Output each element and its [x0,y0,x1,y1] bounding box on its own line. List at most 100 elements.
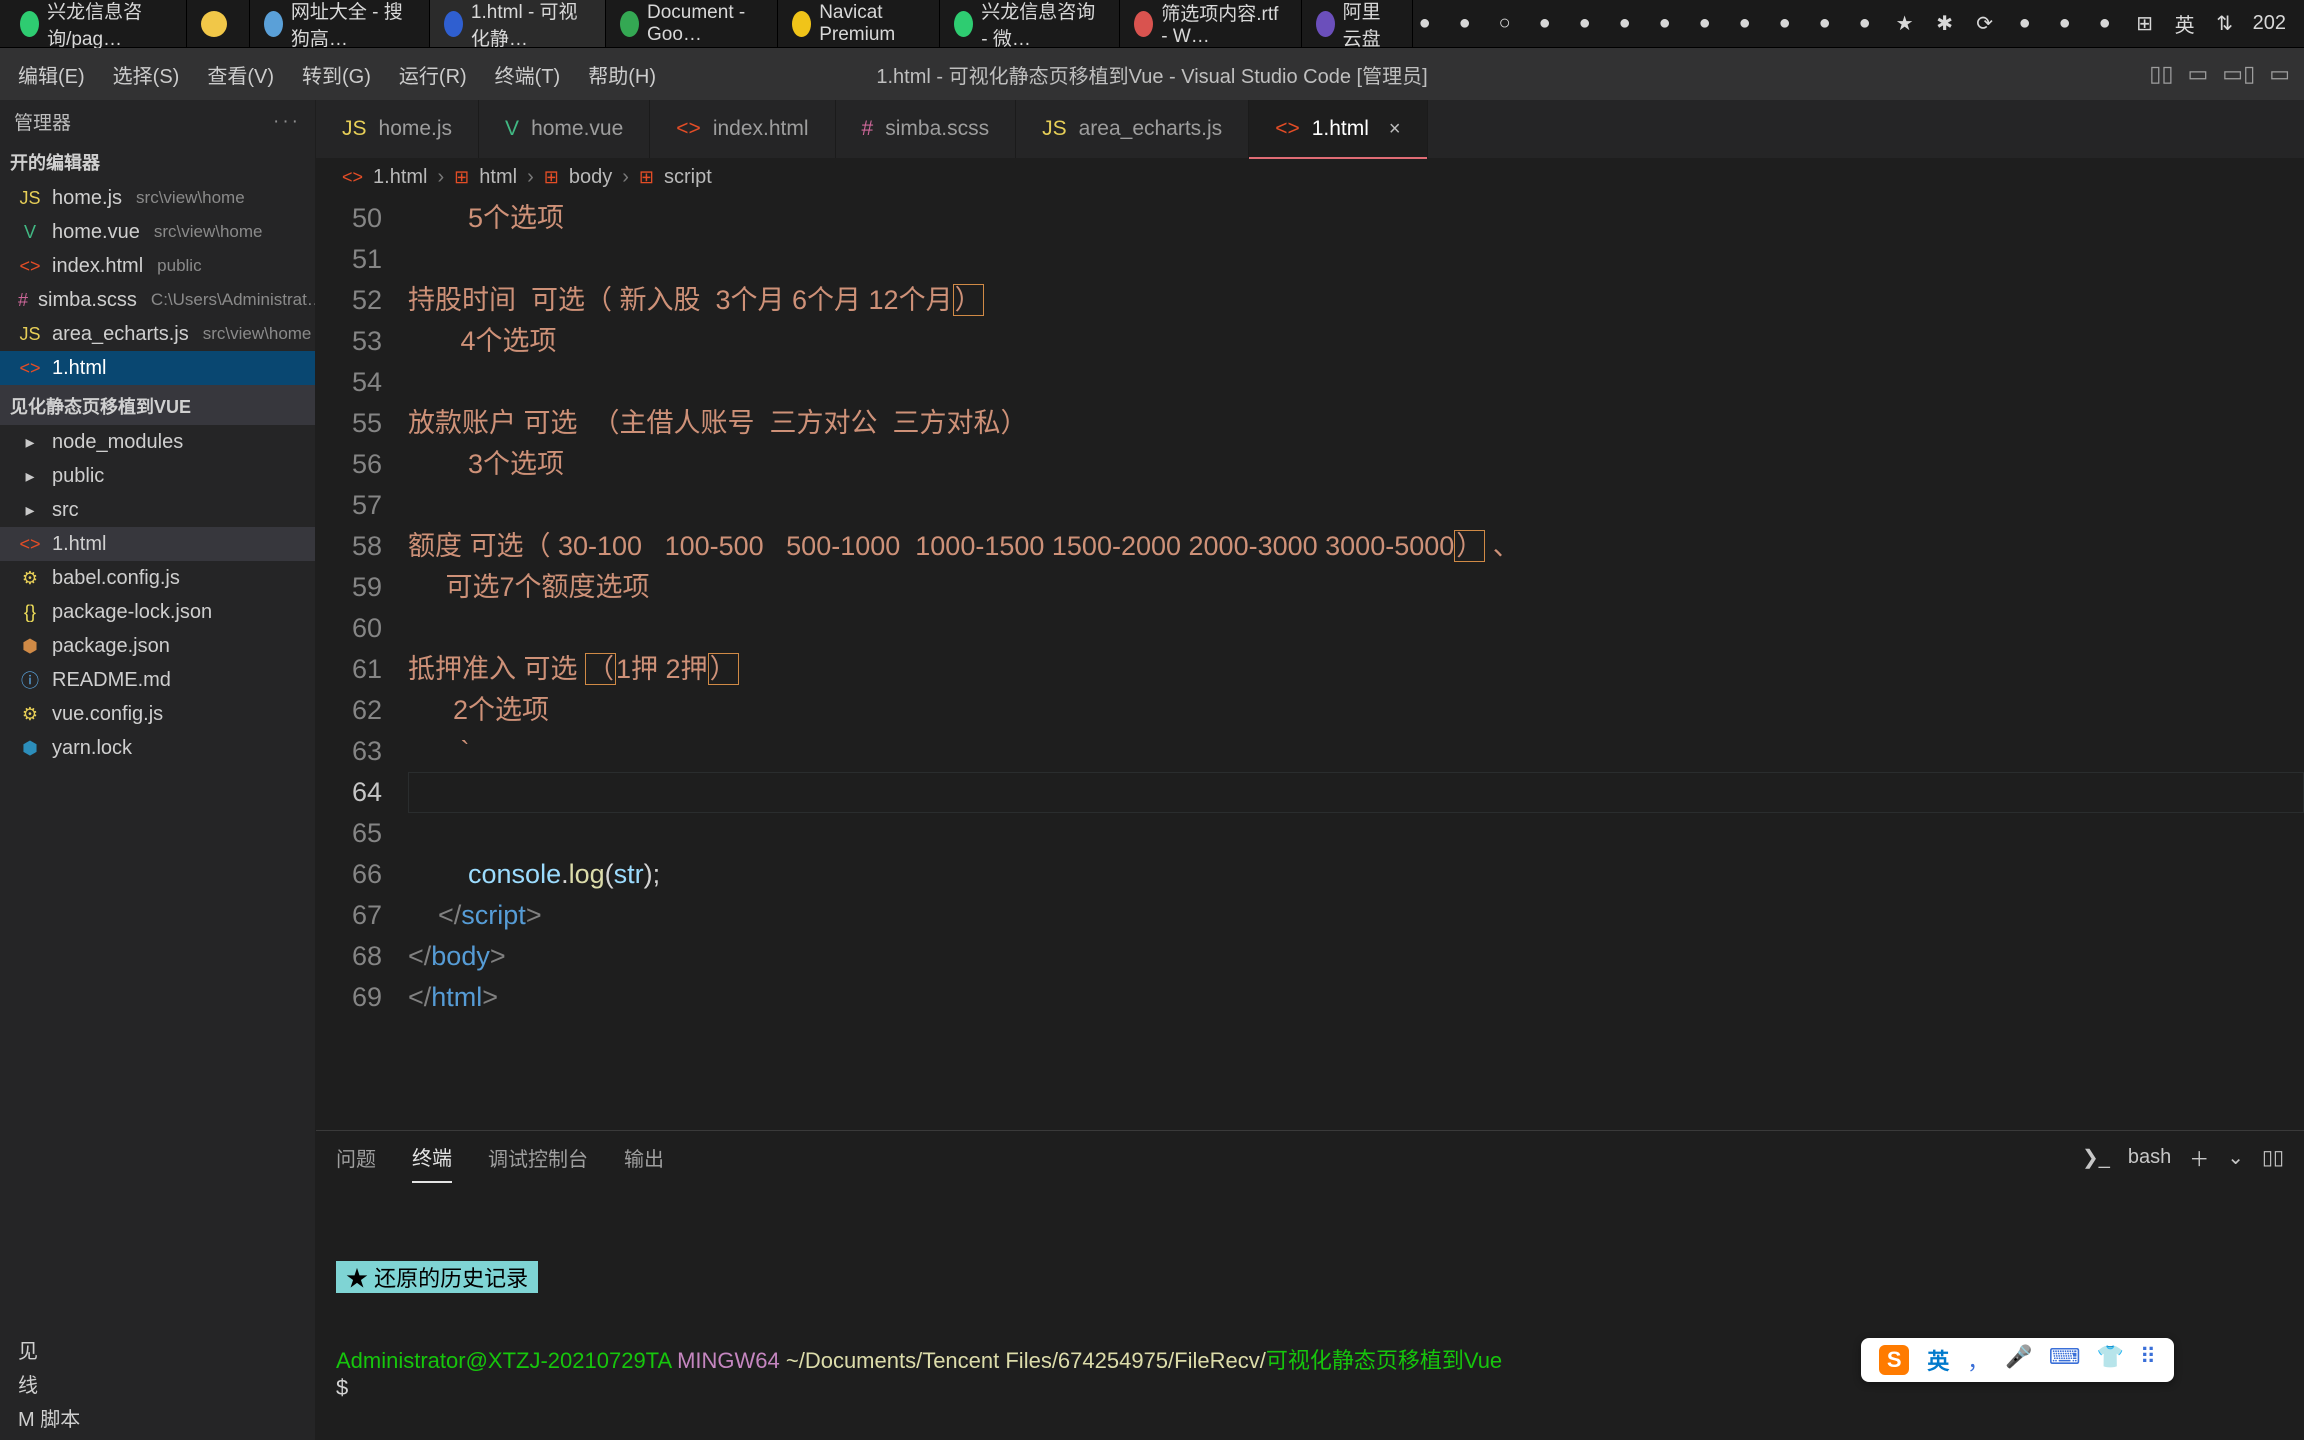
breadcrumb-item[interactable]: 1.html [373,166,427,189]
taskbar-app[interactable]: 兴龙信息咨询 - 微… [940,0,1120,47]
taskbar-app[interactable] [187,0,250,47]
sidebar-section[interactable]: M 脚本 [0,1400,315,1434]
taskbar-app[interactable]: 阿里云盘 [1302,0,1413,47]
panel-tab[interactable]: 输出 [624,1133,664,1182]
code-line[interactable]: 4个选项 [408,321,2304,362]
menu-item[interactable]: 查看(V) [207,60,274,89]
tray-icon[interactable]: ○ [1493,12,1517,36]
tray-icon[interactable]: ★ [1893,12,1917,36]
tray-icon[interactable]: ● [1733,12,1757,36]
layout-controls[interactable]: ▯▯ ▭ ▭▯ ▭ [2149,61,2304,87]
code-line[interactable] [408,813,2304,854]
code-line[interactable]: 放款账户 可选 （主借人账号 三方对公 三方对私） [408,403,2304,444]
tray-icon[interactable]: ⊞ [2133,12,2157,36]
ime-icon[interactable]: ⠿ [2140,1344,2156,1376]
menu-item[interactable]: 终端(T) [495,60,561,89]
ime-icon[interactable]: 🎤 [2005,1344,2032,1376]
ime-icon[interactable]: 👕 [2096,1344,2123,1376]
file-tree-item[interactable]: ▸node_modules [0,425,315,459]
tray-icon[interactable]: ⟳ [1973,12,1997,36]
tray-icon[interactable]: ● [1613,12,1637,36]
tray-icon[interactable]: ● [2053,12,2077,36]
file-tree-item[interactable]: ⬢package.json [0,629,315,663]
add-terminal-icon[interactable]: ＋ [2189,1143,2209,1172]
code-line[interactable]: 3个选项 [408,444,2304,485]
tray-icon[interactable]: ● [1813,12,1837,36]
open-editor-item[interactable]: Vhome.vuesrc\view\home [0,215,315,249]
tray-icon[interactable]: ✱ [1933,12,1957,36]
split-icon[interactable]: ▯▯ [2262,1145,2284,1170]
panel-tab[interactable]: 问题 [336,1133,376,1182]
tray-icon[interactable]: ● [1773,12,1797,36]
menu-item[interactable]: 选择(S) [113,60,180,89]
menu-item[interactable]: 帮助(H) [588,60,656,89]
tray-icon[interactable]: ● [1653,12,1677,36]
ime-icon[interactable]: ， [1967,1344,1989,1376]
panel-tab[interactable]: 终端 [412,1132,452,1183]
file-tree-item[interactable]: ⬢yarn.lock [0,731,315,765]
code-line[interactable]: 2个选项 [408,690,2304,731]
code-line[interactable] [408,362,2304,403]
menu-item[interactable]: 运行(R) [399,60,467,89]
taskbar-app[interactable]: 网址大全 - 搜狗高… [250,0,430,47]
open-editor-item[interactable]: JSarea_echarts.jssrc\view\home [0,317,315,351]
open-editor-item[interactable]: #simba.scssC:\Users\Administrat… [0,283,315,317]
tray-icon[interactable]: ● [1413,12,1437,36]
tray-icon[interactable]: 英 [2173,12,2197,36]
ime-lang[interactable]: 英 [1927,1344,1949,1376]
tray-icon[interactable]: ● [1693,12,1717,36]
code-line[interactable]: 抵押准入 可选 （1押 2押） [408,649,2304,690]
menu-item[interactable]: 转到(G) [302,60,371,89]
editor-tab[interactable]: <>1.html× [1249,100,1427,158]
code-line[interactable]: </script> [408,895,2304,936]
taskbar-app[interactable]: Navicat Premium [778,0,940,47]
taskbar-app[interactable]: Document - Goo… [606,0,778,47]
terminal[interactable]: ★ 还原的历史记录 Administrator@XTZJ-20210729TA … [316,1183,2304,1440]
file-tree-item[interactable]: ▸src [0,493,315,527]
more-icon[interactable]: ··· [273,111,301,133]
code-line[interactable]: 额度 可选（ 30-100 100-500 500-1000 1000-1500… [408,526,2304,567]
taskbar-app[interactable]: 筛选项内容.rtf - W… [1120,0,1302,47]
layout-icon[interactable]: ▯▯ [2149,61,2173,87]
sidebar-section[interactable]: 线 [0,1366,315,1400]
file-tree-item[interactable]: ⚙vue.config.js [0,697,315,731]
breadcrumb-item[interactable]: script [664,166,712,189]
code-line[interactable]: 5个选项 [408,198,2304,239]
editor-tab[interactable]: #simba.scss [836,100,1017,158]
tray-icon[interactable]: ● [2013,12,2037,36]
open-editor-item[interactable]: <>1.html [0,351,315,385]
tray-icon[interactable]: ● [1853,12,1877,36]
sidebar-section[interactable]: 见 [0,1332,315,1366]
code-line[interactable]: </body> [408,936,2304,977]
close-icon[interactable]: × [1389,118,1401,141]
code-line[interactable]: 可选7个额度选项 [408,567,2304,608]
open-editor-item[interactable]: <>index.htmlpublic [0,249,315,283]
code-line[interactable]: ` [408,731,2304,772]
chevron-down-icon[interactable]: ⌄ [2227,1145,2244,1170]
code-line[interactable]: 持股时间 可选（ 新入股 3个月 6个月 12个月） [408,280,2304,321]
tray-icon[interactable]: ● [1533,12,1557,36]
code-line[interactable] [408,485,2304,526]
code-line[interactable]: console.log(str); [408,854,2304,895]
layout-icon[interactable]: ▭ [2188,61,2209,87]
code-line[interactable] [408,772,2304,813]
panel-tab[interactable]: 调试控制台 [488,1133,588,1182]
shell-label[interactable]: bash [2128,1146,2171,1169]
layout-icon[interactable]: ▭▯ [2222,61,2255,87]
breadcrumb[interactable]: <>1.html›⊞html›⊞body›⊞script [316,158,2304,198]
breadcrumb-item[interactable]: html [479,166,517,189]
file-tree-item[interactable]: ⓘREADME.md [0,663,315,697]
editor-tab[interactable]: <>index.html [650,100,835,158]
layout-icon[interactable]: ▭ [2269,61,2290,87]
code-line[interactable] [408,239,2304,280]
ime-toolbar[interactable]: S 英 ，🎤⌨👕⠿ [1861,1338,2174,1382]
open-editors-header[interactable]: 开的编辑器 [0,141,315,181]
code-line[interactable] [408,608,2304,649]
file-tree-item[interactable]: <>1.html [0,527,315,561]
open-editor-item[interactable]: JShome.jssrc\view\home [0,181,315,215]
tray-icon[interactable]: ● [2093,12,2117,36]
tray-icon[interactable]: ● [1453,12,1477,36]
breadcrumb-item[interactable]: body [569,166,612,189]
file-tree-item[interactable]: ⚙babel.config.js [0,561,315,595]
tray-icon[interactable]: ⇅ [2213,12,2237,36]
